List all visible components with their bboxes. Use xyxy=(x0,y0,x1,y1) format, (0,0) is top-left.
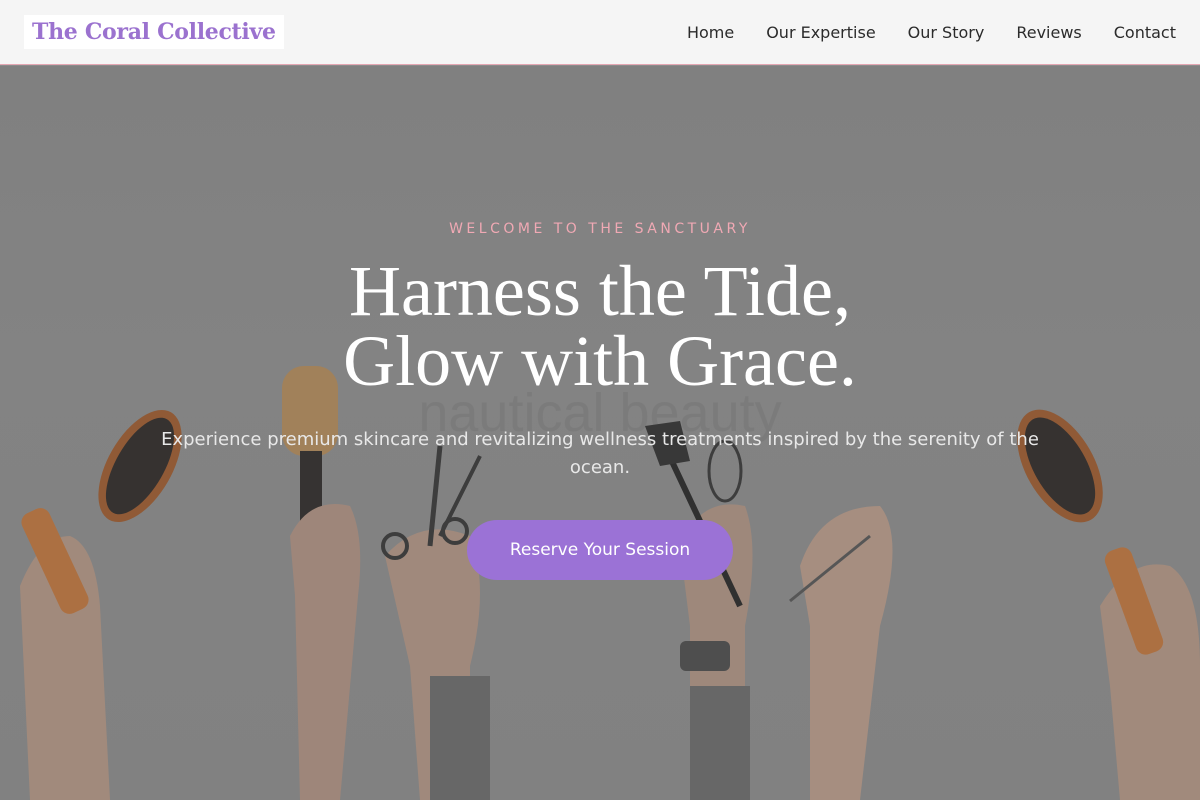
headline-line-2: Glow with Grace. xyxy=(343,321,857,401)
hero-headline: Harness the Tide, Glow with Grace. xyxy=(0,255,1200,397)
site-header: The Coral Collective Home Our Expertise … xyxy=(0,0,1200,65)
headline-line-1: Harness the Tide, xyxy=(349,251,851,331)
nav-link-contact[interactable]: Contact xyxy=(1114,23,1176,42)
nav-link-story[interactable]: Our Story xyxy=(908,23,985,42)
nav-link-home[interactable]: Home xyxy=(687,23,734,42)
nav-link-reviews[interactable]: Reviews xyxy=(1016,23,1081,42)
reserve-session-button[interactable]: Reserve Your Session xyxy=(467,520,733,580)
hero-subtitle: Experience premium skincare and revitali… xyxy=(161,429,1039,478)
nav-link-expertise[interactable]: Our Expertise xyxy=(766,23,875,42)
site-logo[interactable]: The Coral Collective xyxy=(24,15,284,49)
hero-eyebrow: WELCOME TO THE SANCTUARY xyxy=(449,221,751,237)
main-nav: Home Our Expertise Our Story Reviews Con… xyxy=(687,23,1176,42)
hero-section: nautical beauty WELCOME TO THE SANCTUARY… xyxy=(0,66,1200,800)
